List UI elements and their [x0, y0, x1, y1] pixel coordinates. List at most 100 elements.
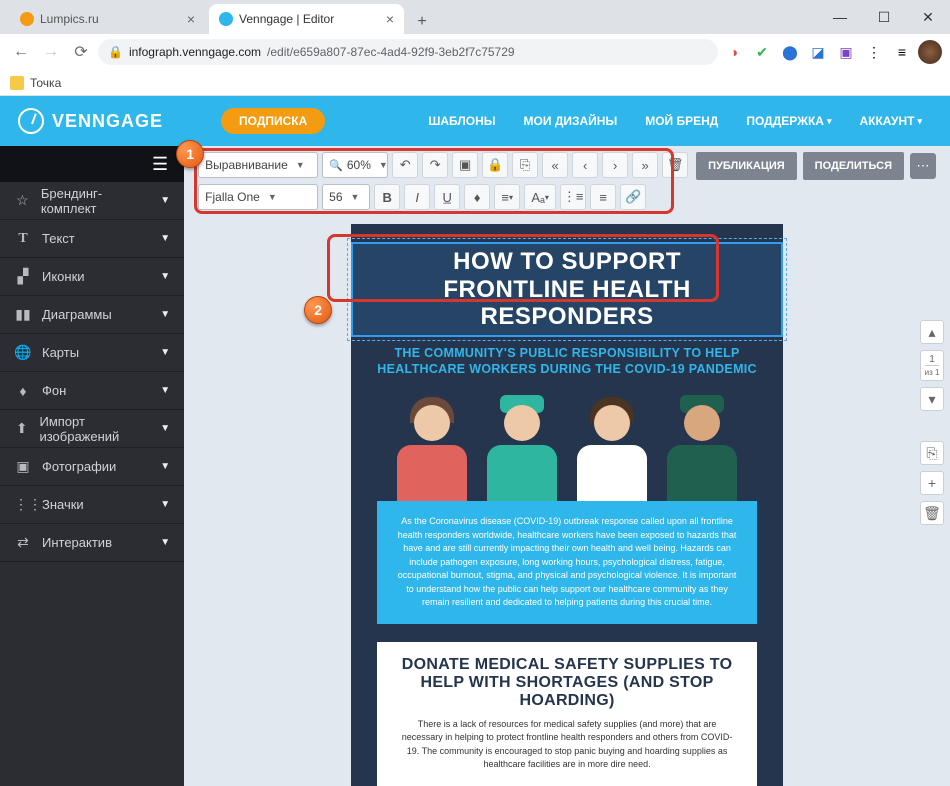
add-page-button[interactable]: +: [920, 471, 944, 495]
more-button[interactable]: ⋯: [910, 153, 936, 179]
nav-my-brand[interactable]: МОЙ БРЕНД: [635, 114, 728, 128]
text-case-button[interactable]: Aₐ▾: [524, 184, 556, 210]
minimize-button[interactable]: —: [818, 0, 862, 34]
sidebar-item-label: Диаграммы: [42, 307, 112, 322]
font-size-select[interactable]: 56▼: [322, 184, 370, 210]
bookmarks-bar: Точка: [0, 70, 950, 96]
copy-button[interactable]: ⎘: [512, 152, 538, 178]
delete-page-button[interactable]: 🗑: [920, 501, 944, 525]
close-button[interactable]: ✕: [906, 0, 950, 34]
ext-icon[interactable]: ▣: [834, 40, 858, 64]
window-controls: — ☐ ✕: [818, 0, 950, 34]
sidebar-item-import[interactable]: ⬆Импорт изображений▼: [0, 410, 184, 448]
sidebar-item-background[interactable]: ♦Фон▼: [0, 372, 184, 410]
brand-label: VENNGAGE: [52, 111, 163, 132]
sidebar-item-label: Брендинг-комплект: [41, 186, 150, 216]
tab-lumpics[interactable]: Lumpics.ru ×: [10, 4, 205, 34]
nav-my-designs[interactable]: МОИ ДИЗАЙНЫ: [514, 114, 628, 128]
reload-button[interactable]: ⟳: [68, 39, 94, 65]
sidebar-item-label: Фотографии: [42, 459, 116, 474]
share-button[interactable]: ПОДЕЛИТЬСЯ: [803, 152, 904, 180]
maximize-button[interactable]: ☐: [862, 0, 906, 34]
nav-account[interactable]: АККАУНТ▾: [849, 114, 932, 128]
sidebar-item-badges[interactable]: ⋮⋮Значки▼: [0, 486, 184, 524]
delete-button[interactable]: 🗑: [662, 152, 688, 178]
brand[interactable]: VENNGAGE: [18, 108, 163, 134]
scroll-down-button[interactable]: ▾: [920, 387, 944, 411]
bookmark-label[interactable]: Точка: [30, 76, 61, 90]
intro-paragraph[interactable]: As the Coronavirus disease (COVID-19) ou…: [377, 501, 757, 624]
close-icon[interactable]: ×: [386, 11, 394, 27]
to-front-button[interactable]: «: [542, 152, 568, 178]
profile-avatar[interactable]: [918, 40, 942, 64]
ext-icon[interactable]: ◪: [806, 40, 830, 64]
backward-button[interactable]: ›: [602, 152, 628, 178]
subheading[interactable]: THE COMMUNITY'S PUBLIC RESPONSIBILITY TO…: [377, 345, 757, 378]
link-button[interactable]: 🔗: [620, 184, 646, 210]
menu-icon[interactable]: ⋮: [862, 40, 886, 64]
forward-button[interactable]: ‹: [572, 152, 598, 178]
italic-button[interactable]: I: [404, 184, 430, 210]
headline-textbox[interactable]: HOW TO SUPPORT FRONTLINE HEALTH RESPONDE…: [351, 242, 783, 337]
sidebar-item-photos[interactable]: ▣Фотографии▼: [0, 448, 184, 486]
ext-icon[interactable]: ◑: [722, 40, 746, 64]
font-select[interactable]: Fjalla One▼: [198, 184, 318, 210]
globe-icon: 🌐: [14, 344, 32, 361]
hamburger-icon[interactable]: ☰: [152, 154, 168, 175]
sidebar-item-interactive[interactable]: ⇄Интерактив▼: [0, 524, 184, 562]
tab-venngage[interactable]: Venngage | Editor ×: [209, 4, 404, 34]
undo-button[interactable]: ↶: [392, 152, 418, 178]
close-icon[interactable]: ×: [187, 11, 195, 27]
back-button[interactable]: ←: [8, 39, 34, 65]
sidebar-item-icons[interactable]: ▞Иконки▼: [0, 258, 184, 296]
editor-area: Выравнивание▼ 🔍60%▼ ↶ ↷ ▣ 🔒 ⎘ « ‹ › » 🗑 …: [184, 146, 950, 786]
forward-button[interactable]: →: [38, 39, 64, 65]
shuffle-icon: ⇄: [14, 534, 32, 551]
url-input[interactable]: 🔒 infograph.venngage.com /edit/e659a807-…: [98, 39, 718, 65]
zoom-select[interactable]: 🔍60%▼: [322, 152, 388, 178]
titlebar: Lumpics.ru × Venngage | Editor × + — ☐ ✕: [0, 0, 950, 34]
sidebar-item-label: Карты: [42, 345, 79, 360]
design-canvas[interactable]: HOW TO SUPPORT FRONTLINE HEALTH RESPONDE…: [351, 224, 783, 786]
sidebar-item-text[interactable]: TТекст▼: [0, 220, 184, 258]
underline-button[interactable]: U̲: [434, 184, 460, 210]
nav-support[interactable]: ПОДДЕРЖКА▾: [736, 114, 841, 128]
shapes-icon: ▞: [14, 268, 32, 285]
chevron-down-icon: ▼: [160, 309, 170, 320]
sidebar-item-maps[interactable]: 🌐Карты▼: [0, 334, 184, 372]
sidebar-item-charts[interactable]: ▮▮Диаграммы▼: [0, 296, 184, 334]
reading-list-icon[interactable]: ≡: [890, 40, 914, 64]
new-tab-button[interactable]: +: [410, 10, 434, 34]
to-back-button[interactable]: »: [632, 152, 658, 178]
ext-icon[interactable]: ✔: [750, 40, 774, 64]
chevron-down-icon: ▼: [160, 537, 170, 548]
tab-label: Lumpics.ru: [40, 12, 99, 26]
chevron-down-icon: ▼: [160, 385, 170, 396]
align-select[interactable]: Выравнивание▼: [198, 152, 318, 178]
bullet-list-button[interactable]: ⋮≡: [560, 184, 586, 210]
toolbar: Выравнивание▼ 🔍60%▼ ↶ ↷ ▣ 🔒 ⎘ « ‹ › » 🗑 …: [184, 146, 950, 220]
group-button[interactable]: ▣: [452, 152, 478, 178]
sidebar-item-branding[interactable]: ☆Брендинг-комплект▼: [0, 182, 184, 220]
text-align-button[interactable]: ≡▾: [494, 184, 520, 210]
redo-button[interactable]: ↷: [422, 152, 448, 178]
upload-icon: ⬆: [14, 420, 29, 437]
subscribe-button[interactable]: ПОДПИСКА: [221, 108, 325, 134]
duplicate-page-button[interactable]: ⎘: [920, 441, 944, 465]
nav-templates[interactable]: ШАБЛОНЫ: [418, 114, 505, 128]
publish-button[interactable]: ПУБЛИКАЦИЯ: [696, 152, 797, 180]
chevron-down-icon: ▼: [160, 499, 170, 510]
callout-marker-2: 2: [304, 296, 332, 324]
bold-button[interactable]: B: [374, 184, 400, 210]
ext-icon[interactable]: ⬤: [778, 40, 802, 64]
person-figure: [389, 391, 475, 501]
canvas-wrap[interactable]: HOW TO SUPPORT FRONTLINE HEALTH RESPONDE…: [184, 220, 950, 786]
section-box[interactable]: DONATE MEDICAL SAFETY SUPPLIES TO HELP W…: [377, 642, 757, 786]
page-number: 1: [925, 354, 939, 366]
chevron-down-icon: ▾: [827, 116, 832, 127]
lock-button[interactable]: 🔒: [482, 152, 508, 178]
scroll-up-button[interactable]: ▴: [920, 320, 944, 344]
text-color-button[interactable]: ♦: [464, 184, 490, 210]
image-icon: ▣: [14, 458, 32, 475]
number-list-button[interactable]: ≡: [590, 184, 616, 210]
